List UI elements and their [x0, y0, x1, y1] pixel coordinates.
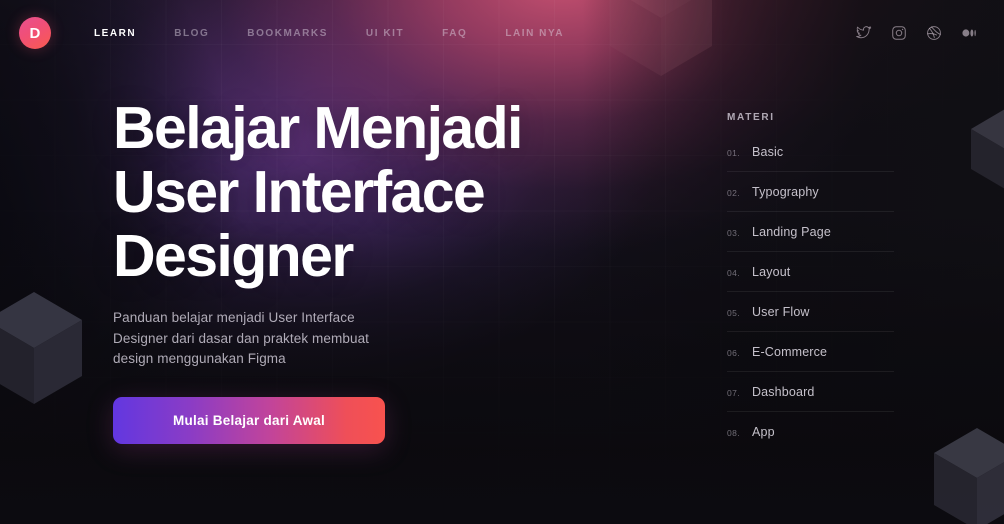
nav-item-learn[interactable]: LEARN: [94, 24, 136, 43]
logo[interactable]: D: [19, 17, 51, 49]
dribbble-icon[interactable]: [926, 25, 942, 41]
materi-item-app[interactable]: 08. App: [727, 425, 894, 439]
materi-item-number: 08.: [727, 428, 741, 438]
nav-item-lain-nya[interactable]: LAIN NYA: [505, 24, 564, 43]
materi-item-label: Typography: [752, 185, 819, 199]
materi-item-basic[interactable]: 01. Basic: [727, 145, 894, 172]
materi-item-label: Dashboard: [752, 385, 815, 399]
materi-item-label: E-Commerce: [752, 345, 828, 359]
materi-item-label: User Flow: [752, 305, 810, 319]
materi-item-number: 06.: [727, 348, 741, 358]
site-header: D LEARN BLOG BOOKMARKS UI KIT FAQ LAIN N…: [0, 0, 1004, 66]
instagram-icon[interactable]: [891, 25, 907, 41]
materi-item-label: Layout: [752, 265, 791, 279]
cube-icon-right-top: [968, 106, 1004, 192]
materi-item-number: 03.: [727, 228, 741, 238]
twitter-icon[interactable]: [856, 25, 872, 41]
hero-description: Panduan belajar menjadi User Interface D…: [113, 310, 370, 366]
logo-letter: D: [29, 24, 41, 42]
materi-item-number: 01.: [727, 148, 741, 158]
materi-item-e-commerce[interactable]: 06. E-Commerce: [727, 345, 894, 372]
nav-item-blog[interactable]: BLOG: [174, 24, 209, 43]
materi-item-user-flow[interactable]: 05. User Flow: [727, 305, 894, 332]
materi-item-number: 02.: [727, 188, 741, 198]
nav-item-bookmarks[interactable]: BOOKMARKS: [247, 24, 328, 43]
medium-icon[interactable]: [961, 25, 977, 41]
materi-item-layout[interactable]: 04. Layout: [727, 265, 894, 292]
materi-title: MATERI: [727, 112, 775, 123]
main-navigation: LEARN BLOG BOOKMARKS UI KIT FAQ LAIN NYA: [94, 24, 564, 43]
materi-item-number: 05.: [727, 308, 741, 318]
materi-item-landing-page[interactable]: 03. Landing Page: [727, 225, 894, 252]
hero-page: D LEARN BLOG BOOKMARKS UI KIT FAQ LAIN N…: [0, 0, 1004, 524]
materi-panel: MATERI 01. Basic 02. Typography 03. Land…: [727, 112, 894, 439]
cube-icon-bottom: [930, 424, 1004, 524]
hero-section: Belajar Menjadi User Interface Designer …: [113, 96, 643, 444]
nav-item-faq[interactable]: FAQ: [442, 24, 467, 43]
social-links: [856, 25, 986, 41]
materi-item-label: App: [752, 425, 775, 439]
materi-item-number: 04.: [727, 268, 741, 278]
cube-icon-left: [0, 288, 86, 408]
materi-item-typography[interactable]: 02. Typography: [727, 185, 894, 212]
materi-item-number: 07.: [727, 388, 741, 398]
nav-item-ui-kit[interactable]: UI KIT: [366, 24, 404, 43]
start-learning-button[interactable]: Mulai Belajar dari Awal: [113, 396, 385, 444]
materi-item-label: Basic: [752, 145, 784, 159]
page-title: Belajar Menjadi User Interface Designer: [113, 95, 523, 289]
materi-item-label: Landing Page: [752, 225, 831, 239]
materi-item-dashboard[interactable]: 07. Dashboard: [727, 385, 894, 412]
